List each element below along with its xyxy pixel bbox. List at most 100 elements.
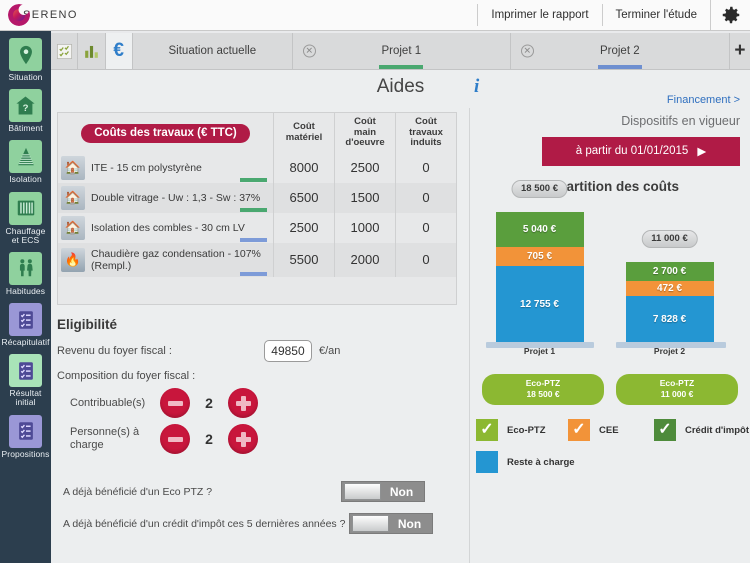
toggle-eco-ptz[interactable]: Non	[341, 481, 425, 503]
tab-aides-euro[interactable]: €	[105, 33, 133, 69]
filler-cell	[274, 277, 335, 305]
top-bar-actions: Imprimer le rapport Terminer l'étude	[477, 0, 750, 30]
sidebar-item-isolation[interactable]: Isolation	[0, 137, 51, 188]
row-cout-induits: 0	[395, 242, 457, 277]
toggle-credit-impot[interactable]: Non	[349, 513, 433, 535]
chart-segment-reste: 12 755 €	[495, 266, 584, 342]
composition-row: Composition du foyer fiscal :	[57, 370, 469, 382]
cost-distribution-chart: 18 500 € 5 040 € 705 € 12 755 € Projet 1…	[478, 180, 743, 356]
checklist-icon	[56, 43, 72, 59]
close-icon[interactable]: ✕	[302, 44, 316, 58]
question-label: A déjà bénéficié d'un Eco PTZ ?	[63, 485, 213, 498]
sidebar-item-recapitulatif[interactable]: Récapitulatif	[0, 300, 51, 351]
info-icon[interactable]: i	[474, 76, 479, 98]
sidebar-label-chauffage-ecs: Chauffage et ECS	[5, 225, 46, 245]
row-cout-materiel: 8000	[273, 152, 335, 183]
table-row[interactable]: 🔥 Chaudière gaz condensation - 107% (Rem…	[57, 242, 457, 277]
tab-projet-2[interactable]: ✕ Projet 2	[510, 33, 730, 69]
chart-bar-projet-1[interactable]: 18 500 € 5 040 € 705 € 12 755 € Projet 1	[495, 180, 584, 356]
window-house-icon: 🏠	[61, 185, 85, 210]
house-question-icon: ?	[9, 89, 42, 123]
people-icon	[9, 251, 42, 285]
sidebar-item-batiment[interactable]: ? Bâtiment	[0, 86, 51, 137]
personnes-value: 2	[205, 431, 213, 448]
question-eco-ptz: A déjà bénéficié d'un Eco PTZ ? Non	[57, 481, 469, 503]
row-cout-oeuvre: 2000	[334, 242, 396, 277]
logo-text: SERENO	[23, 9, 78, 21]
right-column: Dispositifs en vigueur à partir du 01/01…	[469, 108, 750, 563]
sidebar-item-propositions[interactable]: Propositions	[0, 412, 51, 463]
legend-item-ecoptz: ✓ Eco-PTZ	[476, 419, 568, 442]
increment-contribuables-button[interactable]	[228, 388, 258, 419]
row-cout-induits: 0	[395, 212, 457, 243]
location-pin-icon	[9, 38, 42, 71]
sidebar-item-resultat-initial[interactable]: Résultat initial	[0, 351, 51, 411]
table-row[interactable]: 🏠 ITE - 15 cm polystyrène 8000 2500 0	[58, 152, 457, 183]
stepper-personnes-charge: Personne(s) à charge 2	[57, 424, 469, 455]
table-header-row: Coûts des travaux (€ TTC) Coût matériel …	[58, 112, 457, 153]
pill-ecoptz-projet-2[interactable]: Eco-PTZ 11 000 €	[616, 374, 738, 406]
chart-segment-cee: 705 €	[495, 247, 584, 267]
tab-active-underline	[379, 65, 424, 69]
sidebar-label-propositions: Propositions	[1, 448, 50, 459]
left-column: Coûts des travaux (€ TTC) Coût matériel …	[51, 108, 469, 563]
tab-label: Situation actuelle	[168, 45, 257, 57]
house-icon: 🏠	[61, 155, 85, 180]
pill-name: Eco-PTZ	[659, 378, 695, 388]
settings-button[interactable]	[710, 0, 750, 30]
date-filter-label: à partir du 01/01/2015	[575, 145, 689, 157]
sidebar-item-situation[interactable]: Situation	[0, 35, 51, 86]
sidebar-label-chauffage: Isolation	[9, 174, 42, 185]
row-project-marker	[240, 237, 267, 242]
eligibilite-section: Eligibilité Revenu du foyer fiscal : 498…	[57, 317, 469, 535]
tab-checklist[interactable]	[51, 33, 79, 69]
header-cout-materiel: Coût matériel	[273, 112, 335, 153]
toggle-knob	[352, 515, 389, 533]
filler-cell	[58, 277, 274, 305]
sidebar-label-resultat-initial: Résultat initial	[9, 388, 42, 408]
chart-segment-cee: 472 €	[625, 281, 714, 296]
roof-house-icon: 🏠	[61, 215, 85, 240]
legend-row-2: Reste à charge	[476, 451, 750, 474]
table-row[interactable]: 🏠 Isolation des combles - 30 cm LV 2500 …	[58, 212, 457, 243]
chart-total-label: 11 000 €	[641, 230, 698, 248]
sidebar-item-habitudes[interactable]: Habitudes	[0, 249, 51, 300]
increment-personnes-button[interactable]	[228, 424, 258, 455]
legend-row-1: ✓ Eco-PTZ ✓ CEE ✓ Crédit d'impôt	[476, 419, 750, 442]
income-input[interactable]: 49850	[263, 340, 312, 363]
top-bar: SERENO Imprimer le rapport Terminer l'ét…	[0, 0, 750, 31]
euro-icon: €	[113, 40, 124, 61]
row-item-cell: 🏠 Double vitrage - Uw : 1,3 - Sw : 37%	[58, 183, 274, 213]
finish-study-button[interactable]: Terminer l'étude	[601, 4, 710, 26]
check-icon: ✓	[476, 419, 498, 442]
contribuables-value: 2	[205, 395, 213, 412]
decrement-personnes-button[interactable]	[160, 424, 190, 455]
print-report-button[interactable]: Imprimer le rapport	[477, 4, 601, 26]
row-cout-materiel: 5500	[273, 242, 335, 277]
header-cout-main-oeuvre: Coût main d'oeuvre	[334, 112, 396, 153]
bar-chart-icon	[85, 45, 98, 58]
tab-label: Projet 1	[381, 45, 422, 57]
insulation-layers-icon	[9, 140, 42, 174]
tab-chart[interactable]	[78, 33, 106, 69]
legend-item-reste-a-charge: Reste à charge	[476, 451, 575, 474]
chart-total-label: 18 500 €	[511, 180, 568, 199]
decrement-contribuables-button[interactable]	[160, 388, 190, 419]
question-label: A déjà bénéficié d'un crédit d'impôt ces…	[63, 517, 346, 530]
pill-amount: 11 000 €	[660, 389, 694, 400]
close-icon[interactable]: ✕	[520, 44, 534, 58]
toggle-knob	[344, 483, 381, 501]
add-tab-button[interactable]: +	[730, 33, 750, 69]
financement-link[interactable]: Financement >	[667, 94, 740, 106]
table-row[interactable]: 🏠 Double vitrage - Uw : 1,3 - Sw : 37% 6…	[57, 182, 457, 213]
chart-bar-projet-2[interactable]: 11 000 € 2 700 € 472 € 7 828 € Projet 2	[625, 230, 714, 356]
row-project-marker	[240, 177, 267, 182]
date-filter-button[interactable]: à partir du 01/01/2015 ▶	[542, 137, 740, 166]
tab-projet-1[interactable]: ✕ Projet 1	[292, 33, 511, 69]
sidebar-item-chauffage[interactable]: Chauffage et ECS	[0, 189, 51, 249]
pill-ecoptz-projet-1[interactable]: Eco-PTZ 18 500 €	[482, 374, 604, 406]
stepper-label: Personne(s) à charge	[70, 426, 140, 452]
tab-situation-actuelle[interactable]: Situation actuelle	[132, 33, 293, 69]
legend-label: Eco-PTZ	[507, 424, 546, 436]
row-project-marker	[240, 207, 267, 212]
